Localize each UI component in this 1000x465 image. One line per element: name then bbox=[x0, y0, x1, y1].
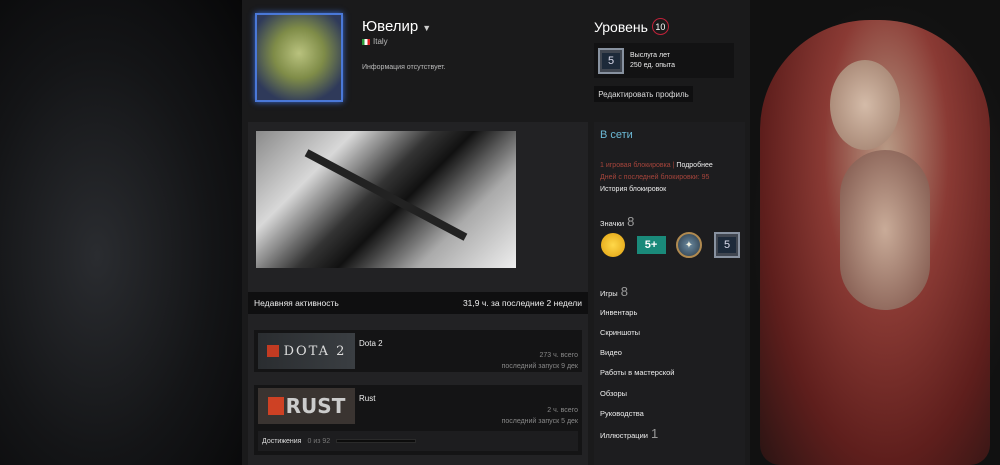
sidebar-link-games[interactable]: Игры 8 bbox=[600, 284, 628, 299]
sidebar-link-screenshots[interactable]: Скриншоты bbox=[600, 328, 640, 337]
game-card-rust[interactable]: RUST Rust 2 ч. всего последний запуск 5 д… bbox=[254, 385, 582, 455]
badge-value: 5 bbox=[602, 52, 620, 69]
online-status: В сети bbox=[600, 129, 633, 141]
game-name[interactable]: Rust bbox=[359, 394, 375, 403]
years-badge-icon: 5 bbox=[598, 47, 624, 74]
badges-count: 8 bbox=[627, 214, 635, 229]
game-last-played: последний запуск 5 дек bbox=[501, 418, 578, 425]
recent-activity-hours: 31,9 ч. за последние 2 недели bbox=[462, 298, 582, 308]
level-header: Уровень 10 bbox=[594, 18, 669, 35]
link-count: 8 bbox=[620, 284, 628, 299]
game-total-hours: 273 ч. всего bbox=[539, 352, 579, 359]
badges-row: 5+ ✦ 5 bbox=[598, 230, 742, 260]
avatar[interactable] bbox=[255, 13, 343, 102]
level-value[interactable]: 10 bbox=[651, 18, 669, 35]
ban-days: Дней с последней блокировки: 95 bbox=[600, 174, 710, 181]
rust-logo-text: RUST bbox=[285, 394, 346, 418]
background-right bbox=[750, 0, 1000, 465]
game-name[interactable]: Dota 2 bbox=[359, 339, 383, 348]
achievements-label: Достижения bbox=[262, 437, 302, 445]
background-left bbox=[0, 0, 242, 465]
game-total-hours: 2 ч. всего bbox=[547, 407, 578, 414]
sidebar-link-reviews[interactable]: Обзоры bbox=[600, 389, 627, 398]
sidebar-link-artwork[interactable]: Иллюстрации 1 bbox=[600, 426, 658, 441]
profile-summary: Информация отсутствует. bbox=[362, 64, 446, 71]
rust-capsule[interactable]: RUST bbox=[258, 388, 355, 424]
screenshot-blade-shape bbox=[304, 149, 468, 241]
badges-label: Значки bbox=[600, 219, 625, 228]
dota-logo-text: DOTA 2 bbox=[283, 343, 347, 359]
flag-icon bbox=[362, 38, 370, 45]
profile-country: Italy bbox=[362, 37, 388, 46]
recent-activity-header: Недавняя активность 31,9 ч. за последние … bbox=[248, 292, 588, 314]
rust-logo-icon bbox=[267, 397, 284, 415]
game-card-dota2[interactable]: DOTA 2 Dota 2 273 ч. всего последний запу… bbox=[254, 330, 582, 372]
game-last-played: последний запуск 9 дек bbox=[501, 363, 578, 370]
dota2-capsule[interactable]: DOTA 2 bbox=[258, 333, 355, 369]
country-text: Italy bbox=[373, 37, 388, 46]
level-badge-text: 5 bbox=[718, 237, 736, 253]
link-label: Игры bbox=[600, 289, 618, 298]
showcase-screenshot[interactable] bbox=[256, 131, 516, 268]
edit-profile-button[interactable]: Редактировать профиль bbox=[594, 86, 693, 102]
link-count: 1 bbox=[650, 426, 659, 441]
profile-name-text: Ювелир bbox=[362, 18, 419, 35]
ban-count: 1 игровая блокировка bbox=[600, 162, 671, 169]
level-badge[interactable]: 5 bbox=[712, 230, 742, 260]
cs-badge-icon[interactable]: ✦ bbox=[674, 230, 704, 260]
ban-history-link[interactable]: История блокировок bbox=[600, 186, 666, 193]
sidebar-link-inventory[interactable]: Инвентарь bbox=[600, 308, 637, 317]
background-statue-image bbox=[760, 20, 990, 465]
years-service-badge[interactable]: 5+ bbox=[636, 230, 666, 260]
sidebar-link-guides[interactable]: Руководства bbox=[600, 409, 644, 418]
profile-name[interactable]: Ювелир ▼ bbox=[362, 18, 431, 35]
chevron-down-icon[interactable]: ▼ bbox=[422, 23, 431, 33]
level-label: Уровень bbox=[594, 18, 648, 35]
years-badge-text: 5+ bbox=[636, 236, 666, 254]
dota-logo-icon bbox=[266, 345, 279, 357]
ban-info: 1 игровая блокировка | Подробнее bbox=[600, 162, 713, 169]
link-label: Иллюстрации bbox=[600, 431, 648, 440]
recent-activity-title: Недавняя активность bbox=[254, 298, 339, 308]
level-badge-box[interactable]: 5 Выслуга лет 250 ед. опыта bbox=[594, 43, 734, 78]
badge-title: Выслуга лет bbox=[630, 51, 670, 59]
badges-link[interactable]: Значки 8 bbox=[600, 214, 634, 229]
badge-xp: 250 ед. опыта bbox=[630, 61, 676, 69]
achievements-value: 0 из 92 bbox=[307, 437, 331, 445]
ban-details-link[interactable]: Подробнее bbox=[676, 162, 712, 169]
coin-badge-icon[interactable] bbox=[598, 230, 628, 260]
sidebar-link-workshop[interactable]: Работы в мастерской bbox=[600, 368, 674, 377]
achievements-progress-bar bbox=[336, 439, 417, 443]
achievements-row[interactable]: Достижения 0 из 92 bbox=[258, 431, 578, 451]
sidebar-link-videos[interactable]: Видео bbox=[600, 348, 622, 357]
